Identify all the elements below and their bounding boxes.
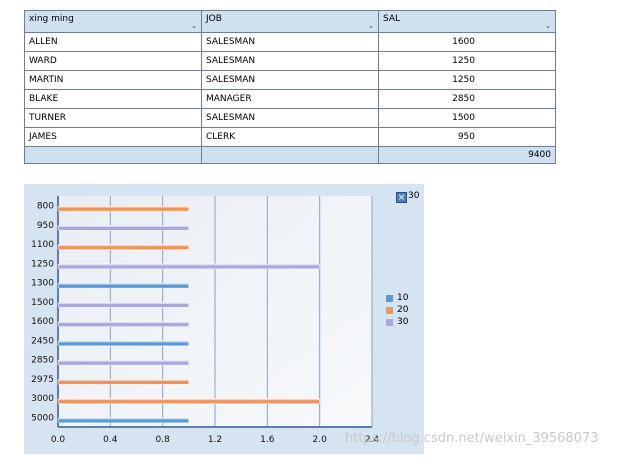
bar-highlight xyxy=(58,302,189,304)
bar-highlight xyxy=(58,206,189,208)
x-tick-label: 0.0 xyxy=(51,435,66,445)
x-tick-label: 1.6 xyxy=(260,435,275,445)
y-category-label: 1250 xyxy=(31,259,54,269)
bar-highlight xyxy=(58,321,189,324)
y-category-label: 3000 xyxy=(31,394,54,404)
y-category-label: 800 xyxy=(37,202,54,212)
y-category-label: 2975 xyxy=(31,375,54,385)
y-category-label: 2450 xyxy=(31,336,54,346)
chart-legend: 10 20 30 xyxy=(386,292,408,328)
legend-label: 30 xyxy=(397,317,409,327)
watermark: https://blog.csdn.net/weixin_39568073 xyxy=(345,431,599,446)
bar-chart: 0.0 0.4 0.8 1.2 1.6 2.0 2.48009501100125013001… xyxy=(31,196,379,445)
bar-highlight xyxy=(58,340,189,343)
x-tick-label: 0.4 xyxy=(103,435,118,445)
legend-close-label: 30 xyxy=(408,191,420,201)
legend-item[interactable]: 30 xyxy=(386,316,408,328)
x-tick-label: 0.8 xyxy=(156,435,171,445)
legend-item[interactable]: 10 xyxy=(386,292,408,304)
y-category-label: 1500 xyxy=(31,298,54,308)
y-category-label: 1100 xyxy=(31,240,54,250)
bar-highlight xyxy=(58,379,189,381)
y-category-label: 1300 xyxy=(31,279,54,289)
legend-label: 10 xyxy=(397,293,409,303)
y-category-label: 5000 xyxy=(31,413,54,423)
bar-highlight xyxy=(58,417,189,420)
bar-highlight xyxy=(58,283,189,285)
bar-highlight xyxy=(58,398,320,401)
close-icon[interactable]: × xyxy=(396,192,407,203)
legend-label: 20 xyxy=(397,305,409,315)
y-category-label: 1600 xyxy=(31,317,54,327)
legend-item[interactable]: 20 xyxy=(386,304,408,316)
y-category-label: 950 xyxy=(37,221,54,231)
bar-highlight xyxy=(58,263,320,266)
legend-swatch xyxy=(386,318,393,326)
x-tick-label: 1.2 xyxy=(208,435,222,445)
legend-swatch xyxy=(386,294,393,302)
bar-highlight xyxy=(58,360,189,362)
y-category-label: 2850 xyxy=(31,356,54,366)
bar-highlight xyxy=(58,244,189,247)
x-tick-label: 2.0 xyxy=(313,435,328,445)
bar-highlight xyxy=(58,225,189,227)
legend-swatch xyxy=(386,306,393,314)
